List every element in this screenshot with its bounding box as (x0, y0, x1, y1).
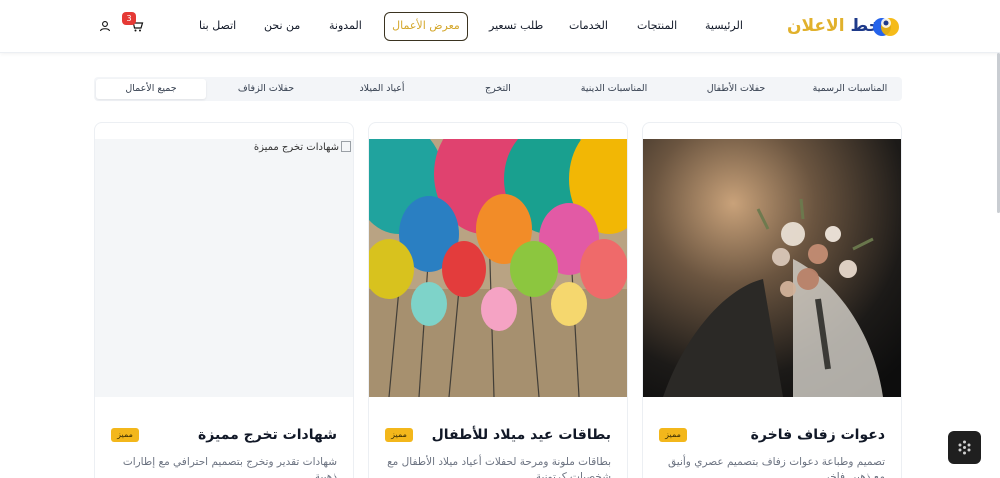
tab-religious-events[interactable]: المناسبات الدينية (564, 79, 664, 99)
card-description: بطاقات ملونة ومرحة لحفلات أعياد ميلاد ال… (387, 456, 611, 478)
featured-badge: مميز (659, 428, 687, 442)
tab-birthdays[interactable]: أعياد الميلاد (332, 79, 432, 99)
broken-image-alt: شهادات تخرج مميزة (254, 141, 351, 153)
card-title[interactable]: بطاقات عيد ميلاد للأطفال (432, 427, 611, 443)
featured-badge: مميز (111, 428, 139, 442)
tab-graduation[interactable]: التخرج (448, 79, 548, 99)
portfolio-card-graduation[interactable]: شهادات تخرج مميزة شهادات تخرج مميزة مميز… (94, 122, 354, 478)
graduation-certificate-image: شهادات تخرج مميزة (95, 139, 353, 397)
tab-all-works[interactable]: جميع الأعمال (96, 79, 206, 99)
tab-weddings[interactable]: حفلات الزفاف (216, 79, 316, 99)
nav-home[interactable]: الرئيسية (705, 18, 743, 34)
nav-contact[interactable]: اتصل بنا (199, 18, 236, 34)
cart-count-badge: 3 (122, 12, 136, 25)
nav-services[interactable]: الخدمات (569, 18, 608, 34)
portfolio-card-wedding[interactable]: دعوات زفاف فاخرة مميز تصميم وطباعة دعوات… (642, 122, 902, 478)
nav-blog[interactable]: المدونة (329, 18, 362, 34)
wedding-invitation-image (643, 139, 901, 397)
card-title[interactable]: دعوات زفاف فاخرة (751, 427, 885, 443)
nav-products[interactable]: المنتجات (637, 18, 677, 34)
site-header: خط الاعلان الرئيسية المنتجات الخدمات طلب… (0, 0, 1000, 53)
floating-action-button[interactable] (948, 431, 981, 464)
site-logo[interactable]: خط الاعلان (787, 10, 903, 44)
grid-icon (958, 440, 971, 455)
broken-image-icon (341, 141, 351, 152)
portfolio-filter-tabs: المناسبات الرسمية حفلات الأطفال المناسبا… (94, 77, 902, 101)
tab-official-events[interactable]: المناسبات الرسمية (802, 79, 898, 99)
card-description: شهادات تقدير وتخرج بتصميم احترافي مع إطا… (122, 456, 337, 478)
card-title[interactable]: شهادات تخرج مميزة (198, 427, 337, 443)
logo-text: خط الاعلان (787, 16, 881, 36)
featured-badge: مميز (385, 428, 413, 442)
tab-kids-parties[interactable]: حفلات الأطفال (686, 79, 786, 99)
card-description: تصميم وطباعة دعوات زفاف بتصميم عصري وأني… (668, 456, 885, 478)
nav-quote-request[interactable]: طلب تسعير (489, 18, 543, 34)
nav-portfolio[interactable]: معرض الأعمال (384, 12, 468, 41)
nav-about[interactable]: من نحن (264, 18, 300, 34)
logo-mark-icon (873, 18, 899, 36)
birthday-cards-image (369, 139, 627, 397)
user-icon[interactable] (99, 20, 111, 32)
portfolio-card-birthday[interactable]: بطاقات عيد ميلاد للأطفال مميز بطاقات ملو… (368, 122, 628, 478)
